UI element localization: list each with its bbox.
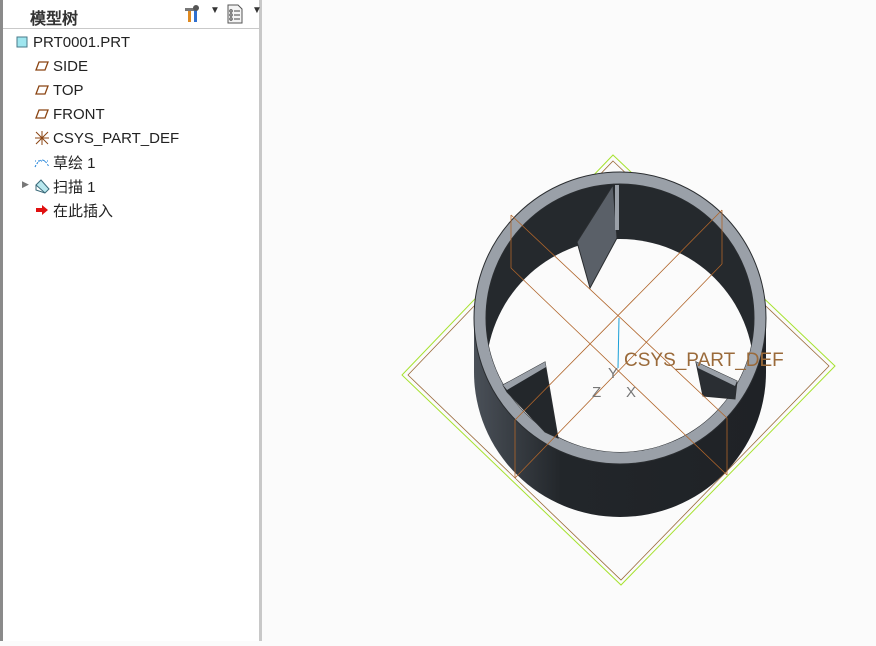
- csys-icon: [34, 130, 50, 146]
- part-icon: [14, 34, 30, 50]
- tree-item-part[interactable]: PRT0001.PRT: [14, 31, 130, 53]
- tree-item-side[interactable]: SIDE: [34, 55, 88, 77]
- datum-plane-icon: [34, 58, 50, 74]
- tree-item-label: 草绘 1: [53, 154, 96, 172]
- tree-item-label: CSYS_PART_DEF: [53, 129, 180, 147]
- insert-here-arrow-icon: [34, 202, 50, 218]
- tree-item-label: FRONT: [53, 105, 105, 123]
- sketch-icon: [34, 154, 50, 170]
- tree-item-label: SIDE: [53, 57, 89, 75]
- tree-item-label: 在此插入: [53, 202, 114, 220]
- tree-item-top[interactable]: TOP: [34, 79, 84, 101]
- model-tree-panel: 模型树 ▼ ▼ PRT0001.PRT SIDE TOP FRONT CSYS_…: [0, 0, 262, 641]
- model-tree-title: 模型树: [30, 11, 79, 28]
- model-3d-view: CSYS_PART_DEF Y Z X: [401, 154, 836, 586]
- axis-label-x: X: [626, 384, 636, 401]
- csys-label: CSYS_PART_DEF: [624, 350, 784, 371]
- graphics-viewport[interactable]: CSYS_PART_DEF Y Z X: [262, 0, 876, 641]
- axis-label-y: Y: [608, 365, 618, 382]
- datum-plane-icon: [34, 82, 50, 98]
- sweep-icon: [34, 178, 50, 194]
- tree-item-label: 扫描 1: [53, 178, 96, 196]
- tree-item-insert-here[interactable]: 在此插入: [34, 199, 113, 221]
- show-dropdown-arrow[interactable]: ▼: [252, 5, 262, 16]
- expand-arrow-icon[interactable]: ▶: [22, 179, 29, 190]
- settings-dropdown-arrow[interactable]: ▼: [210, 5, 220, 16]
- tree-item-label: PRT0001.PRT: [33, 33, 130, 51]
- axis-label-z: Z: [592, 384, 601, 401]
- tree-item-label: TOP: [53, 81, 84, 99]
- datum-plane-icon: [34, 106, 50, 122]
- model-tree-header: 模型树 ▼ ▼: [3, 0, 262, 29]
- settings-tools-icon[interactable]: [183, 5, 201, 23]
- show-list-icon[interactable]: [227, 4, 243, 24]
- tree-item-sketch[interactable]: 草绘 1: [34, 151, 96, 173]
- tree-item-csys[interactable]: CSYS_PART_DEF: [34, 127, 179, 149]
- tree-item-front[interactable]: FRONT: [34, 103, 105, 125]
- tree-item-sweep[interactable]: 扫描 1: [34, 175, 96, 197]
